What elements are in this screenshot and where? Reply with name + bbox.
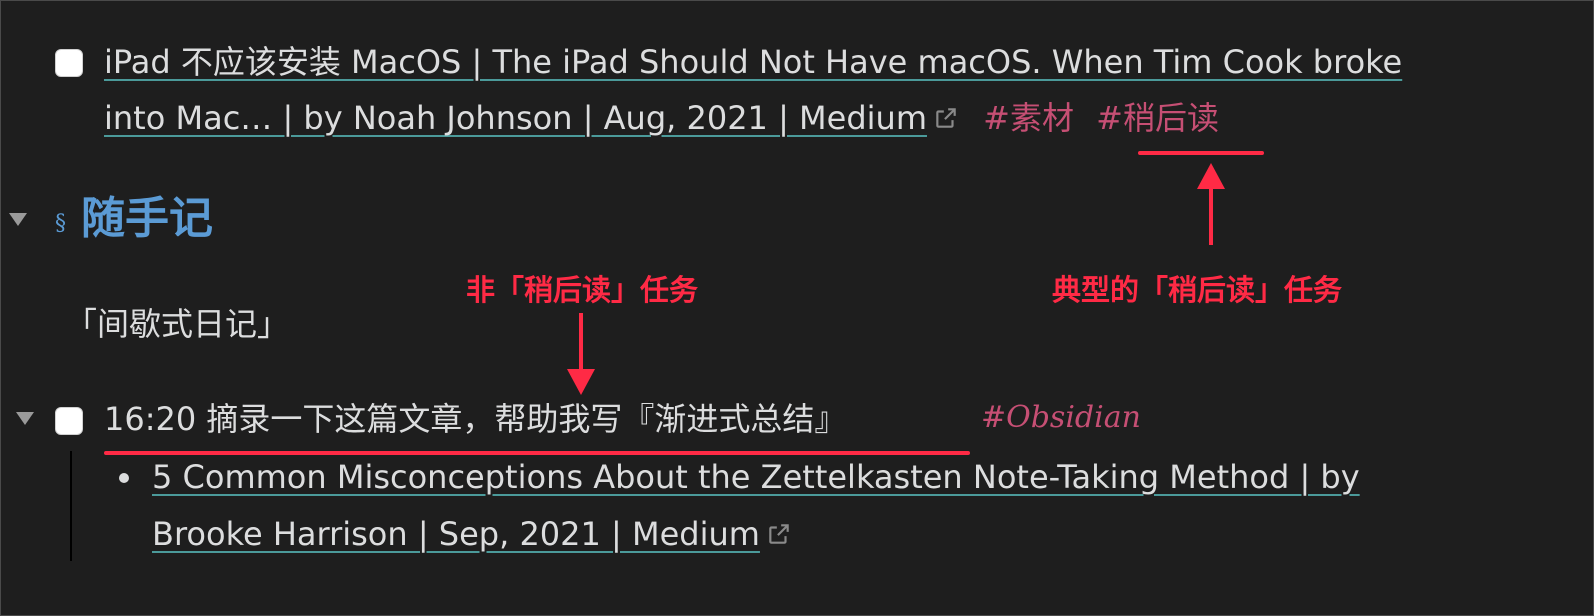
fold-triangle-icon[interactable] <box>16 412 34 425</box>
task-1-line-2: into Mac… | by Noah Johnson | Aug, 2021 … <box>104 98 1219 140</box>
article-link-zettelkasten[interactable]: 5 Common Misconceptions About the Zettel… <box>152 458 1360 496</box>
task-checkbox-2[interactable] <box>55 407 83 435</box>
annotation-typical: 典型的「稍后读」任务 <box>1052 273 1343 307</box>
external-link-icon[interactable] <box>933 100 959 140</box>
subitem-line-1: 5 Common Misconceptions About the Zettel… <box>152 457 1360 497</box>
arrow-up-icon <box>1197 163 1225 245</box>
task-2-text: 16:20 摘录一下这篇文章，帮助我写『渐进式总结』 <box>104 400 847 438</box>
heading-suishouji: 随手记 <box>81 193 213 244</box>
subitem-line-2: Brooke Harrison | Sep, 2021 | Medium <box>152 514 792 556</box>
annotation-non-typical: 非「稍后读」任务 <box>466 273 699 307</box>
list-bullet <box>119 473 129 483</box>
highlight-underline-task <box>104 451 970 455</box>
tag-read-later[interactable]: #稍后读 <box>1096 99 1219 137</box>
task-checkbox-1[interactable] <box>55 49 83 77</box>
arrow-down-icon <box>567 313 595 395</box>
tag-obsidian[interactable]: #Obsidian <box>981 400 1141 435</box>
article-link-zettelkasten-cont[interactable]: Brooke Harrison | Sep, 2021 | Medium <box>152 515 760 553</box>
external-link-icon[interactable] <box>766 516 792 556</box>
editor-pane: iPad 不应该安装 MacOS | The iPad Should Not H… <box>0 0 1594 616</box>
section-sign-icon: § <box>55 211 66 236</box>
fold-triangle-icon[interactable] <box>9 213 27 226</box>
article-link-ipad[interactable]: iPad 不应该安装 MacOS | The iPad Should Not H… <box>104 43 1402 81</box>
tag-sucai[interactable]: #素材 <box>983 99 1074 137</box>
indent-guide <box>70 451 72 561</box>
task-1-line-1: iPad 不应该安装 MacOS | The iPad Should Not H… <box>104 42 1402 82</box>
paragraph-interval-diary: 「间歇式日记」 <box>65 305 290 343</box>
highlight-underline-read-later <box>1138 151 1264 155</box>
article-link-ipad-cont[interactable]: into Mac… | by Noah Johnson | Aug, 2021 … <box>104 99 927 137</box>
